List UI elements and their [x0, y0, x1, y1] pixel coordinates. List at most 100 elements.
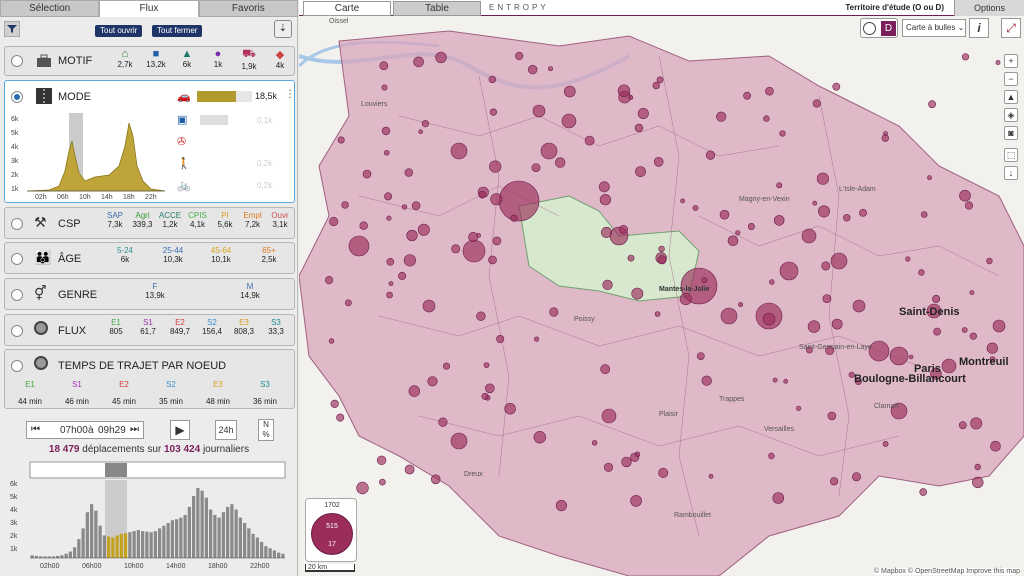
genre-radio[interactable] [11, 289, 23, 301]
flow-bubble[interactable] [705, 150, 716, 160]
csp-radio[interactable] [11, 218, 23, 230]
flow-bubble[interactable] [701, 375, 712, 386]
flow-bubble[interactable] [341, 201, 349, 209]
flow-bubble[interactable] [488, 75, 497, 84]
csp-card[interactable]: ⚒ CSP SAP 7,3k Agri 339,3 ACCE 1,2k CPIS 4,1k PI… [4, 207, 295, 239]
flow-bubble[interactable] [430, 474, 441, 485]
histogram-bar[interactable] [102, 535, 106, 558]
flow-bubble[interactable] [831, 318, 843, 330]
range-slider-track[interactable] [29, 461, 286, 479]
flow-bubble[interactable] [801, 228, 817, 244]
histogram-bar[interactable] [234, 509, 238, 558]
flow-bubble[interactable] [961, 53, 970, 61]
flow-bubble[interactable] [413, 56, 424, 68]
flow-bubble[interactable] [621, 456, 632, 468]
flow-bubble[interactable] [421, 120, 429, 128]
flow-bubble[interactable] [600, 226, 612, 238]
flow-bubble[interactable] [974, 463, 981, 471]
hourly-histogram[interactable]: 6k 5k 4k 3k 2k 1k 02h00 06h00 10h00 14h00 18h00 22h… [8, 460, 293, 572]
flow-bubble[interactable] [772, 492, 785, 504]
flow-bubble[interactable] [584, 135, 595, 146]
flow-bubble[interactable] [451, 244, 461, 254]
flow-bubble[interactable] [336, 413, 345, 422]
download-icon[interactable]: ↓ [1004, 166, 1018, 180]
zoom-in-icon[interactable]: + [1004, 54, 1018, 68]
flow-bubble[interactable] [540, 142, 558, 160]
select-area-icon[interactable]: ⬚ [1004, 148, 1018, 162]
flow-bubble[interactable] [656, 76, 664, 84]
histogram-bar[interactable] [255, 537, 259, 558]
filter-icon[interactable] [4, 21, 20, 37]
histogram-bar[interactable] [226, 506, 230, 558]
flow-bubble[interactable] [398, 271, 407, 280]
flow-bubble[interactable] [889, 346, 909, 366]
flow-bubble[interactable] [843, 214, 851, 222]
flow-bubble[interactable] [817, 205, 830, 218]
age-card[interactable]: 👪 ÂGE 5-24 6k 25-44 10,3k 45-64 10,1k 65+ 2,5k [4, 242, 295, 274]
flow-bubble[interactable] [476, 311, 486, 321]
histogram-bar[interactable] [149, 532, 153, 558]
map-type-select[interactable]: Carte à bulles ⌄ [902, 19, 966, 37]
flow-bubble[interactable] [359, 221, 368, 230]
flow-bubble[interactable] [618, 225, 628, 235]
histogram-bar[interactable] [209, 509, 213, 558]
play-icon[interactable]: ▶ [170, 420, 190, 440]
flow-bubble[interactable] [481, 392, 489, 400]
flow-bubble[interactable] [779, 261, 799, 281]
flow-bubble[interactable] [882, 440, 889, 447]
histogram-bar[interactable] [60, 555, 64, 558]
flow-bubble[interactable] [549, 307, 559, 317]
flow-bubble[interactable] [832, 82, 841, 91]
histogram-bar[interactable] [243, 523, 247, 558]
flux-radio[interactable] [11, 325, 23, 337]
flow-bubble[interactable] [478, 190, 487, 199]
options-button[interactable]: Options [954, 0, 1024, 16]
study-area[interactable] [299, 30, 1024, 576]
histogram-bar[interactable] [30, 555, 34, 558]
flow-bubble[interactable] [468, 232, 479, 243]
zoom-out-icon[interactable]: − [1004, 72, 1018, 86]
flow-bubble[interactable] [411, 201, 421, 210]
histogram-bar[interactable] [73, 547, 77, 558]
flow-bubble[interactable] [928, 100, 936, 109]
flow-bubble[interactable] [830, 252, 848, 270]
flow-bubble[interactable] [769, 279, 775, 285]
flow-bubble[interactable] [532, 104, 546, 118]
flow-bubble[interactable] [807, 320, 821, 333]
flow-bubble[interactable] [701, 277, 708, 284]
histogram-bar[interactable] [68, 551, 72, 558]
flow-bubble[interactable] [812, 200, 818, 206]
flow-bubble[interactable] [443, 362, 451, 370]
flow-bubble[interactable] [561, 113, 577, 129]
histogram-bar[interactable] [111, 537, 115, 558]
camera-icon[interactable]: ◙ [1004, 126, 1018, 140]
flow-bubble[interactable] [735, 230, 741, 236]
flow-bubble[interactable] [634, 451, 641, 457]
flow-bubble[interactable] [418, 129, 423, 134]
flow-bubble[interactable] [658, 467, 669, 478]
flow-bubble[interactable] [417, 223, 430, 236]
flow-bubble[interactable] [986, 342, 998, 354]
flow-bubble[interactable] [918, 269, 925, 276]
flow-bubble[interactable] [919, 488, 928, 496]
flux-card[interactable]: FLUX E1 805 S1 61,7 E2 849,7 S2 156,4 E3 808,3 S3 3… [4, 314, 295, 346]
flow-bubble[interactable] [534, 336, 540, 342]
flow-bubble[interactable] [822, 294, 832, 303]
flow-bubble[interactable] [868, 340, 890, 362]
flow-bubble[interactable] [905, 256, 911, 262]
flow-bubble[interactable] [381, 126, 391, 136]
histogram-bar[interactable] [141, 531, 145, 558]
flow-bubble[interactable] [637, 108, 649, 120]
flow-bubble[interactable] [773, 215, 785, 226]
flow-bubble[interactable] [970, 417, 983, 430]
flow-bubble[interactable] [927, 175, 932, 181]
histogram-bar[interactable] [94, 510, 98, 558]
flow-bubble[interactable] [617, 84, 631, 97]
flow-bubble[interactable] [816, 172, 830, 185]
flow-bubble[interactable] [603, 462, 614, 472]
flow-bubble[interactable] [627, 254, 635, 262]
flow-bubble[interactable] [827, 411, 837, 421]
histogram-bar[interactable] [251, 533, 255, 558]
flow-bubble[interactable] [488, 255, 497, 265]
histogram-bar[interactable] [277, 552, 281, 558]
